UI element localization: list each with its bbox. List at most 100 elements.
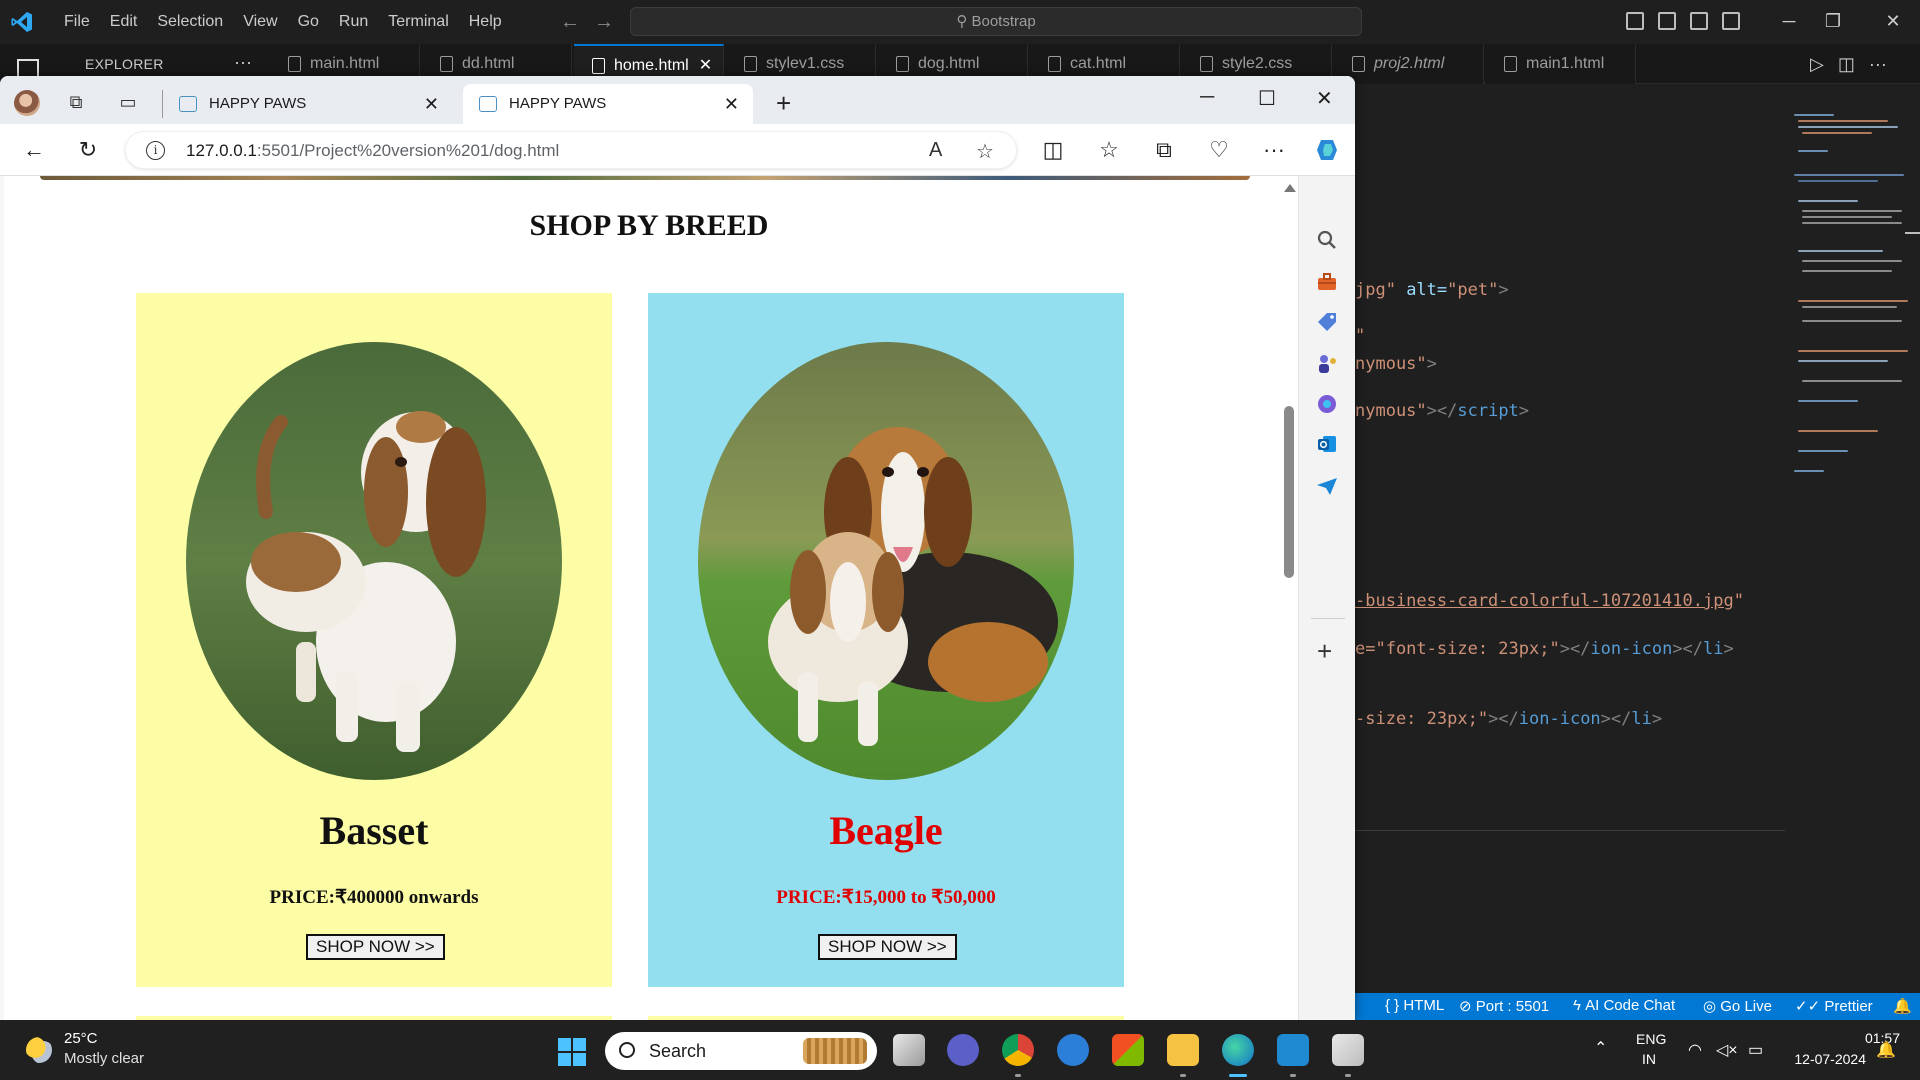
menu-file[interactable]: File (54, 12, 100, 32)
panel-divider (1355, 830, 1785, 831)
weather-moon-cloud-icon[interactable] (26, 1037, 52, 1063)
menu-terminal[interactable]: Terminal (378, 12, 458, 32)
search-placeholder: Search (649, 1041, 707, 1061)
maximize-window-icon[interactable]: ☐ (1258, 86, 1276, 111)
browser-tab-active[interactable]: HAPPY PAWS ✕ (463, 84, 753, 124)
toggle-panel-icon[interactable] (1658, 12, 1676, 30)
status-ai-code-chat[interactable]: ϟ AI Code Chat (1573, 997, 1675, 1014)
notification-bell-icon[interactable]: 🔔 (1876, 1040, 1896, 1060)
teams-meet-icon[interactable] (947, 1034, 979, 1066)
menu-bar: File Edit Selection View Go Run Terminal… (54, 12, 512, 32)
scroll-up-arrow-icon[interactable] (1284, 184, 1296, 192)
command-center-search[interactable]: ⚲ Bootstrap (630, 7, 1362, 36)
menu-edit[interactable]: Edit (100, 12, 148, 32)
customize-layout-icon[interactable] (1722, 12, 1740, 30)
input-language[interactable]: ENG (1636, 1031, 1666, 1047)
close-tab-icon[interactable]: ✕ (424, 84, 439, 124)
editor-tab-proj2-html[interactable]: proj2.html (1334, 44, 1484, 84)
notifications-icon[interactable]: 🔔 (1893, 997, 1912, 1015)
tab-actions-icon[interactable]: ▭ (118, 92, 138, 112)
search-icon[interactable] (1315, 228, 1339, 252)
add-sidebar-app-icon[interactable]: + (1317, 636, 1332, 667)
status-port[interactable]: ⊘ Port : 5501 (1459, 997, 1549, 1015)
edge-icon[interactable] (1222, 1034, 1254, 1066)
back-arrow-icon[interactable]: ← (20, 136, 48, 164)
shop-now-button[interactable]: SHOP NOW >> (818, 934, 957, 960)
more-actions-icon[interactable]: ··· (1869, 54, 1887, 75)
get-help-icon[interactable] (1057, 1034, 1089, 1066)
workspaces-icon[interactable]: ⧉ (66, 92, 86, 112)
tab-label: proj2.html (1374, 55, 1445, 72)
minimap[interactable] (1790, 110, 1908, 480)
split-editor-icon[interactable]: ◫ (1838, 54, 1855, 75)
favorites-icon[interactable]: ☆ (1095, 136, 1123, 164)
weather-description[interactable]: Mostly clear (64, 1050, 144, 1067)
start-windows-icon[interactable] (558, 1038, 586, 1066)
copilot-icon[interactable] (1313, 136, 1343, 164)
scroll-indicator (1905, 232, 1920, 234)
profile-avatar[interactable] (14, 90, 40, 116)
weather-temperature[interactable]: 25°C (64, 1030, 98, 1047)
breed-price: PRICE:₹15,000 to ₹50,000 (776, 887, 996, 908)
refresh-icon[interactable]: ↻ (74, 136, 102, 164)
shopping-tag-icon[interactable] (1315, 310, 1339, 334)
browser-essentials-icon[interactable]: ♡ (1205, 136, 1233, 164)
collections-icon[interactable]: ⧉ (1150, 136, 1178, 164)
restore-window-icon[interactable]: ❐ (1818, 8, 1848, 34)
close-tab-icon[interactable]: ✕ (699, 57, 712, 74)
favorite-star-icon[interactable]: ☆ (976, 139, 994, 164)
url-text[interactable]: 127.0.0.1:5501/Project%20version%201/dog… (186, 141, 559, 161)
microsoft-store-icon[interactable] (1112, 1034, 1144, 1066)
menu-go[interactable]: Go (288, 12, 329, 32)
chrome-icon[interactable] (1002, 1034, 1034, 1066)
menu-view[interactable]: View (233, 12, 287, 32)
games-icon[interactable] (1315, 352, 1339, 376)
new-tab-plus-icon[interactable]: + (776, 90, 791, 116)
editor-tab-main1-html[interactable]: main1.html (1486, 44, 1636, 84)
minimize-window-icon[interactable]: ─ (1200, 86, 1214, 109)
run-icon[interactable]: ▷ (1810, 54, 1824, 75)
input-region[interactable]: IN (1642, 1051, 1656, 1067)
file-explorer-icon[interactable] (1167, 1034, 1199, 1066)
volume-muted-icon[interactable]: ◁× (1716, 1040, 1738, 1060)
taskbar-search-box[interactable]: Search (605, 1032, 877, 1070)
task-view-icon[interactable] (893, 1034, 925, 1066)
send-paper-plane-icon[interactable] (1315, 474, 1339, 498)
close-tab-icon[interactable]: ✕ (724, 84, 739, 124)
address-bar[interactable]: i 127.0.0.1:5501/Project%20version%201/d… (125, 131, 1017, 169)
browser-tab[interactable]: HAPPY PAWS ✕ (163, 84, 453, 124)
split-screen-icon[interactable]: ◫ (1039, 136, 1067, 164)
code-line: nymous"></script> (1355, 401, 1530, 421)
edge-browser-window: ⧉ ▭ HAPPY PAWS ✕ HAPPY PAWS ✕ + ─ ☐ ✕ ← … (0, 76, 1355, 1020)
outlook-icon[interactable] (1315, 432, 1339, 456)
tab-label: dog.html (918, 55, 980, 72)
close-window-icon[interactable]: ✕ (1878, 8, 1908, 34)
read-aloud-icon[interactable]: A (929, 139, 942, 162)
back-arrow-icon[interactable]: ← (560, 11, 580, 34)
explorer-more-icon[interactable]: ··· (234, 52, 252, 73)
microsoft-365-icon[interactable] (1315, 392, 1339, 416)
clock-date[interactable]: 12-07-2024 (1786, 1051, 1866, 1067)
battery-icon[interactable]: ▭ (1748, 1040, 1763, 1060)
settings-more-icon[interactable]: ··· (1260, 136, 1288, 164)
vscode-icon[interactable] (1277, 1034, 1309, 1066)
status-go-live[interactable]: ◎ Go Live (1703, 997, 1772, 1015)
status-language-mode[interactable]: { } HTML (1385, 997, 1444, 1014)
toggle-secondary-sidebar-icon[interactable] (1690, 12, 1708, 30)
toggle-primary-sidebar-icon[interactable] (1626, 12, 1644, 30)
forward-arrow-icon[interactable]: → (594, 11, 614, 34)
menu-help[interactable]: Help (459, 12, 512, 32)
show-hidden-icons-chevron-icon[interactable]: ⌃ (1594, 1038, 1607, 1058)
tab-label: stylev1.css (766, 55, 845, 72)
menu-selection[interactable]: Selection (147, 12, 233, 32)
shop-now-button[interactable]: SHOP NOW >> (306, 934, 445, 960)
tools-briefcase-icon[interactable] (1315, 270, 1339, 294)
close-window-icon[interactable]: ✕ (1316, 86, 1333, 111)
minimize-window-icon[interactable]: ─ (1774, 8, 1804, 34)
site-info-icon[interactable]: i (146, 141, 165, 160)
status-prettier[interactable]: ✓✓ Prettier (1795, 997, 1873, 1015)
menu-run[interactable]: Run (329, 12, 378, 32)
snipping-tool-icon[interactable] (1332, 1034, 1364, 1066)
wifi-icon[interactable]: ◠ (1688, 1040, 1702, 1060)
page-scrollbar-thumb[interactable] (1284, 406, 1294, 578)
